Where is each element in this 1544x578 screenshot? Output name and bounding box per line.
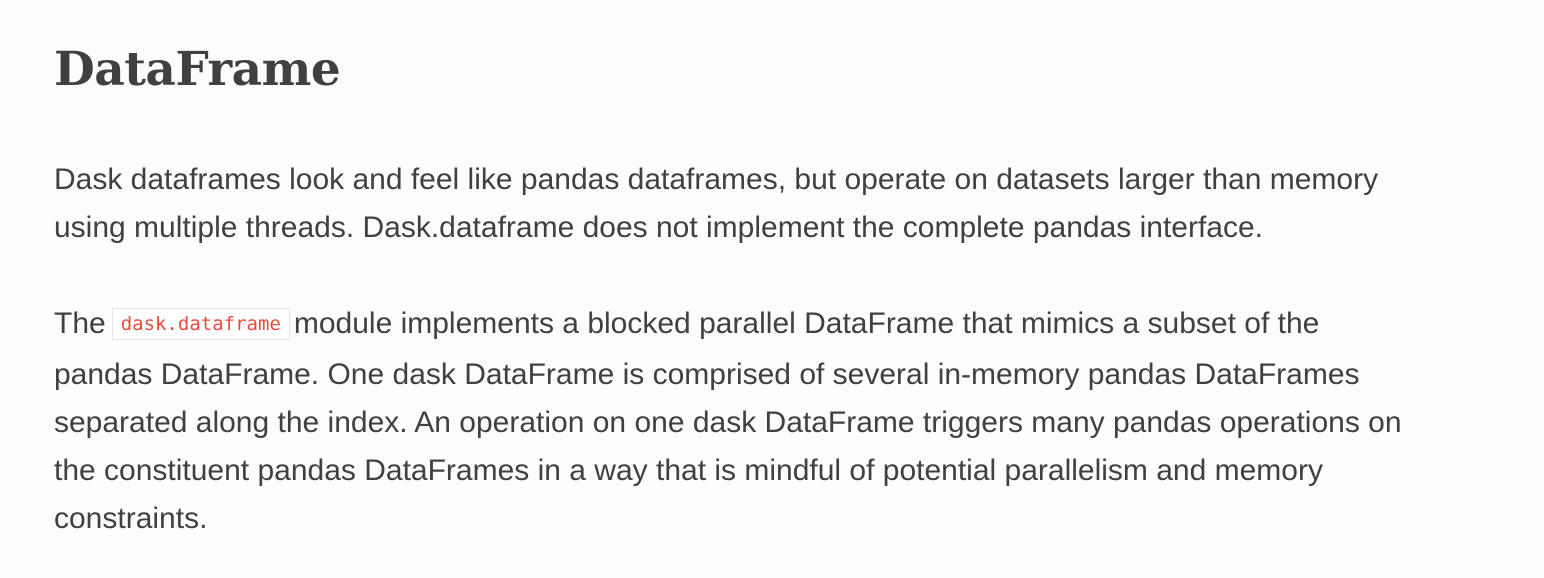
intro-paragraph: Dask dataframes look and feel like panda… [54,156,1474,252]
detail-line-2: pandas DataFrame. One dask DataFrame is … [54,358,1360,391]
section-title: DataFrame [54,42,341,97]
inline-code-module: dask.dataframe [111,308,290,340]
detail-line-3: separated along the index. An operation … [54,406,1402,439]
detail-line-4: the constituent pandas DataFrames in a w… [54,454,1323,487]
detail-paragraph: The dask.dataframe module implements a blo… [54,300,1474,543]
detail-prefix: The [54,307,106,340]
detail-line-5: constraints. [54,502,208,535]
intro-line-2: using multiple threads. Dask.dataframe d… [54,211,1263,244]
detail-line-1-rest: module implements a blocked parallel Dat… [293,307,1320,340]
intro-line-1: Dask dataframes look and feel like panda… [54,163,1379,196]
document-page: DataFrame Dask dataframes look and feel … [0,0,1544,578]
